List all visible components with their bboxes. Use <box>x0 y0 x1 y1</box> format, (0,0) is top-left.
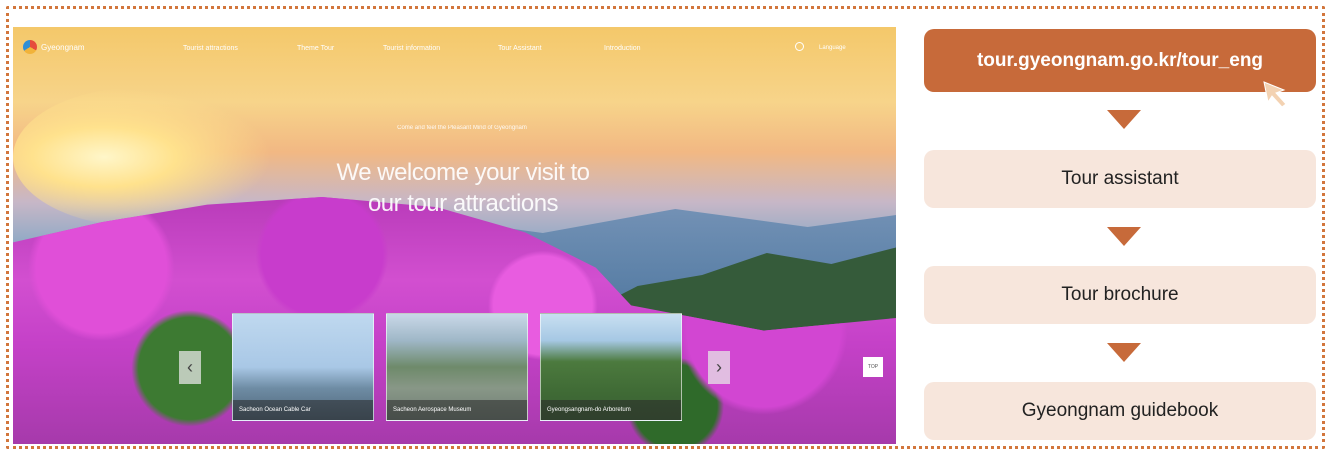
arrow-down-icon <box>1107 343 1141 362</box>
attraction-card[interactable]: Sacheon Ocean Cable Car <box>232 313 374 421</box>
website-screenshot: Gyeongnam Tourist attractions Theme Tour… <box>13 27 896 444</box>
step-gyeongnam-guidebook: Gyeongnam guidebook <box>924 382 1316 440</box>
attraction-card[interactable]: Gyeongsangnam-do Arboretum <box>540 313 682 421</box>
step-tour-brochure: Tour brochure <box>924 266 1316 324</box>
arrow-down-icon <box>1107 110 1141 129</box>
card-caption: Sacheon Aerospace Museum <box>387 400 527 420</box>
scroll-top-button[interactable]: TOP <box>863 357 883 377</box>
nav-item-tourist-information[interactable]: Tourist information <box>383 45 440 52</box>
step-tour-assistant: Tour assistant <box>924 150 1316 208</box>
nav-item-tourist-attractions[interactable]: Tourist attractions <box>183 45 238 52</box>
attraction-card[interactable]: Sacheon Aerospace Museum <box>386 313 528 421</box>
language-selector[interactable]: Language <box>819 45 846 51</box>
logo-text: Gyeongnam <box>41 42 85 52</box>
card-caption: Sacheon Ocean Cable Car <box>233 400 373 420</box>
logo-mark-icon <box>23 40 37 54</box>
pointer-cursor-icon <box>1263 81 1287 108</box>
site-navbar: Gyeongnam Tourist attractions Theme Tour… <box>13 27 896 73</box>
hero-title: We welcome your visit to our tour attrac… <box>336 159 590 217</box>
hero-subtitle: Come and feel the Pleasant Mind of Gyeon… <box>397 125 527 131</box>
search-icon[interactable] <box>795 42 804 51</box>
url-box[interactable]: tour.gyeongnam.go.kr/tour_eng <box>924 29 1316 92</box>
card-caption: Gyeongsangnam-do Arboretum <box>541 400 681 420</box>
arrow-down-icon <box>1107 227 1141 246</box>
nav-item-tour-assistant[interactable]: Tour Assistant <box>498 45 542 52</box>
carousel-prev-button[interactable]: ‹ <box>179 351 201 384</box>
nav-item-introduction[interactable]: Introduction <box>604 45 641 52</box>
chevron-right-icon: › <box>716 357 722 377</box>
site-logo[interactable]: Gyeongnam <box>23 40 85 54</box>
carousel-next-button[interactable]: › <box>708 351 730 384</box>
nav-item-theme-tour[interactable]: Theme Tour <box>297 45 334 52</box>
chevron-left-icon: ‹ <box>187 357 193 377</box>
